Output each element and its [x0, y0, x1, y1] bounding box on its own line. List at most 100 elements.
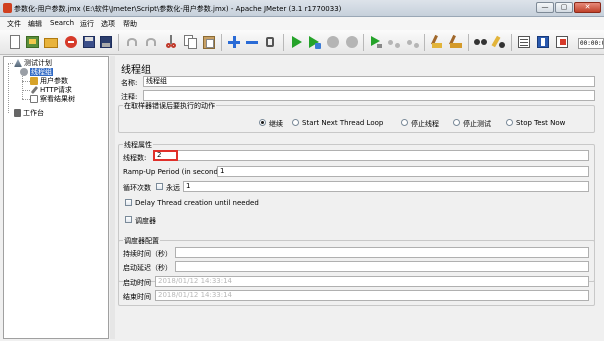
- toolbar-separator: [424, 34, 425, 51]
- remote-stop-icon[interactable]: [386, 34, 402, 50]
- duration-label: 持续时间（秒）: [123, 250, 172, 258]
- start-icon[interactable]: [288, 34, 304, 50]
- radio-continue[interactable]: [259, 119, 266, 126]
- menu-options[interactable]: 选项: [101, 19, 115, 29]
- end-time-label: 结束时间: [123, 293, 151, 301]
- duration-field[interactable]: [175, 247, 589, 258]
- elapsed-time-counter: 00:00:00: [578, 38, 604, 49]
- scheduler-label: 调度器: [135, 217, 156, 225]
- undo-icon[interactable]: [124, 34, 140, 50]
- toolbar-separator: [221, 34, 222, 51]
- delay-thread-creation-label: Delay Thread creation until needed: [135, 199, 259, 207]
- rampup-field[interactable]: 1: [217, 166, 589, 177]
- menu-help[interactable]: 帮助: [123, 19, 137, 29]
- collapse-icon[interactable]: [244, 34, 260, 50]
- toolbar-separator: [363, 34, 364, 51]
- radio-start-next-loop[interactable]: [292, 119, 299, 126]
- test-plan-tree[interactable]: 测试计划 线程组 用户参数 HTTP请求 察看结果树 工作台: [3, 56, 109, 339]
- forever-label: 永远: [166, 184, 180, 192]
- maximize-button[interactable]: ▢: [555, 2, 573, 13]
- redo-icon[interactable]: [143, 34, 159, 50]
- radio-stop-thread[interactable]: [401, 119, 408, 126]
- tree-connector: [8, 64, 9, 113]
- loop-count-field[interactable]: 1: [183, 181, 589, 192]
- expand-icon[interactable]: [226, 34, 242, 50]
- save-icon[interactable]: [81, 34, 97, 50]
- open-icon[interactable]: [43, 34, 59, 50]
- tree-connector: [22, 81, 30, 82]
- paste-icon[interactable]: [201, 34, 217, 50]
- radio-stop-test-now-label: Stop Test Now: [516, 119, 566, 127]
- tree-node-view-results-tree[interactable]: 察看结果树: [30, 94, 75, 104]
- thread-group-panel: 线程组 名称: 线程组 注释: 在取样器错误后要执行的动作 继续 Start N…: [115, 56, 601, 339]
- test-plan-icon: [14, 59, 22, 67]
- menu-edit[interactable]: 编辑: [28, 19, 42, 29]
- threads-field-frame: [153, 150, 589, 161]
- loop-count-label: 循环次数: [123, 184, 151, 192]
- menu-search[interactable]: Search: [50, 19, 74, 27]
- close-icon[interactable]: [63, 34, 79, 50]
- close-window-button[interactable]: ✕: [574, 2, 601, 13]
- panel-title: 线程组: [121, 65, 151, 76]
- tree-node-label: 线程组: [30, 68, 53, 76]
- menu-run[interactable]: 运行: [80, 19, 94, 29]
- workbench-icon: [14, 109, 21, 117]
- tree-node-workbench[interactable]: 工作台: [14, 108, 44, 118]
- toolbar-separator: [283, 34, 284, 51]
- toolbar: 00:00:00: [0, 30, 604, 55]
- help-icon[interactable]: [535, 34, 551, 50]
- menu-bar: 文件 编辑 Search 运行 选项 帮助: [0, 17, 604, 30]
- start-time-field[interactable]: 2018/01/12 14:33:14: [155, 276, 589, 287]
- toolbar-separator: [468, 34, 469, 51]
- radio-stop-test[interactable]: [453, 119, 460, 126]
- start-time-label: 启动时间: [123, 279, 151, 287]
- jmeter-app-icon: [3, 3, 12, 13]
- shutdown-icon[interactable]: [344, 34, 360, 50]
- radio-stop-test-now[interactable]: [506, 119, 513, 126]
- thread-properties-title: 线程属性: [123, 140, 153, 150]
- threads-label: 线程数:: [123, 154, 147, 162]
- rampup-label: Ramp-Up Period (in seconds):: [123, 168, 227, 176]
- toolbar-separator: [511, 34, 512, 51]
- pre-processor-icon: [30, 77, 38, 85]
- comment-field[interactable]: [143, 90, 595, 101]
- threads-field[interactable]: 2: [153, 150, 178, 161]
- name-label: 名称:: [121, 79, 138, 87]
- delay-thread-creation-checkbox[interactable]: [125, 199, 132, 206]
- scheduler-checkbox[interactable]: [125, 216, 132, 223]
- scheduler-config-title: 调度器配置: [123, 236, 160, 246]
- tree-node-label: 测试计划: [24, 59, 52, 67]
- radio-continue-label: 继续: [269, 120, 283, 128]
- search-icon[interactable]: [473, 34, 489, 50]
- log-viewer-icon[interactable]: [554, 34, 570, 50]
- startup-delay-field[interactable]: [175, 261, 589, 272]
- copy-icon[interactable]: [182, 34, 198, 50]
- tree-node-label: 工作台: [23, 109, 44, 117]
- remote-shutdown-icon[interactable]: [405, 34, 421, 50]
- remote-start-icon[interactable]: [368, 34, 384, 50]
- toggle-icon[interactable]: [262, 34, 278, 50]
- name-field[interactable]: 线程组: [143, 76, 595, 87]
- tree-connector: [22, 90, 30, 91]
- start-no-pause-icon[interactable]: [306, 34, 322, 50]
- cut-icon[interactable]: [163, 34, 179, 50]
- tree-connector: [22, 74, 23, 99]
- forever-checkbox[interactable]: [156, 183, 163, 190]
- chart-icon: [30, 95, 38, 103]
- stop-icon[interactable]: [325, 34, 341, 50]
- templates-icon[interactable]: [25, 34, 41, 50]
- clear-all-icon[interactable]: [448, 34, 464, 50]
- title-bar: 参数化-用户参数.jmx (E:\软件\Jmeter\Script\参数化-用户…: [0, 0, 604, 17]
- function-helper-icon[interactable]: [516, 34, 532, 50]
- clear-icon[interactable]: [429, 34, 445, 50]
- end-time-field[interactable]: 2018/01/12 14:33:14: [155, 290, 589, 301]
- toolbar-separator: [118, 34, 119, 51]
- window-title: 参数化-用户参数.jmx (E:\软件\Jmeter\Script\参数化-用户…: [14, 5, 342, 13]
- gear-icon: [20, 68, 28, 76]
- minimize-button[interactable]: —: [536, 2, 554, 13]
- tree-connector: [22, 99, 30, 100]
- reset-search-icon[interactable]: [491, 34, 507, 50]
- save-as-icon[interactable]: [98, 34, 114, 50]
- new-icon[interactable]: [7, 34, 23, 50]
- menu-file[interactable]: 文件: [7, 19, 21, 29]
